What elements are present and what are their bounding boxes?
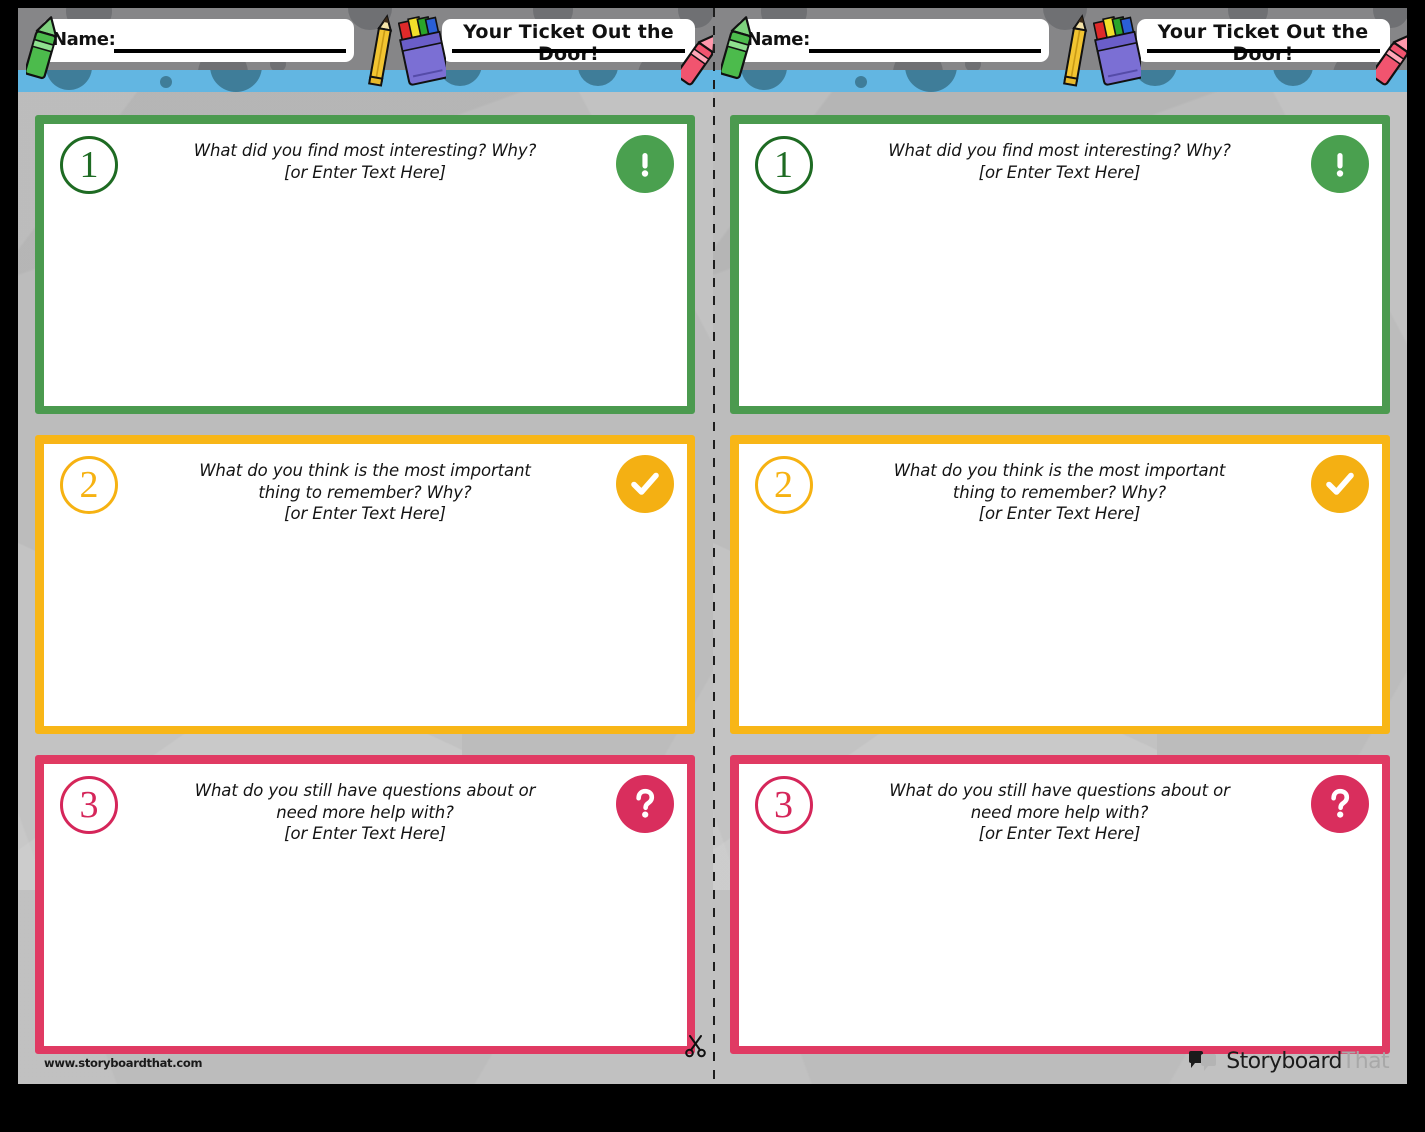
prompt-line-1: What do you still have questions about o… (889, 781, 1230, 800)
prompt-hint: [or Enter Text Here] (978, 824, 1141, 843)
question-card-1[interactable]: 1 What did you find most interesting? Wh… (35, 115, 695, 414)
pencil-icon (1062, 14, 1090, 93)
question-mark-icon (616, 775, 674, 833)
card-prompt-1: What did you find most interesting? Why?… (833, 140, 1287, 183)
green-crayon-icon (24, 14, 58, 89)
strip-dot (578, 70, 618, 86)
worksheet-title-box-left[interactable]: Your Ticket Out the Door! (442, 19, 695, 62)
question-mark-icon (1310, 775, 1369, 833)
exclamation-icon (1310, 135, 1369, 193)
question-card-2[interactable]: 2 What do you think is the most importan… (35, 435, 695, 734)
strip-dot (854, 76, 867, 88)
storyboardthat-logo[interactable]: StoryboardThat (1188, 1049, 1390, 1074)
title-underline (1146, 49, 1380, 53)
question-card-1[interactable]: 1 What did you find most interesting? Wh… (729, 115, 1390, 414)
prompt-hint: [or Enter Text Here] (978, 504, 1141, 523)
name-field-right[interactable]: Name: (736, 19, 1049, 62)
card-number-2: 2 (754, 456, 813, 514)
strip-dot (1272, 70, 1313, 86)
card-prompt-3: What do you still have questions about o… (138, 780, 592, 845)
checkmark-icon (616, 455, 674, 513)
answer-area-3[interactable] (742, 846, 1377, 1041)
header-blue-strip-left (18, 70, 713, 92)
worksheet-title-box-right[interactable]: Your Ticket Out the Door! (1136, 19, 1390, 62)
worksheet-page-left: Name: Your Ticket Out the Door! (18, 8, 713, 1084)
prompt-line-2: need more help with? (276, 802, 454, 822)
prompt-line-2: need more help with? (970, 802, 1149, 822)
page-body-right: 1 What did you find most interesting? Wh… (713, 92, 1408, 1084)
card-number-2: 2 (60, 456, 118, 514)
prompt-line-2: thing to remember? Why? (952, 482, 1167, 502)
name-input-rule[interactable] (808, 49, 1041, 53)
title-line-1: Your Ticket Out the (463, 21, 674, 43)
card-prompt-3: What do you still have questions about o… (833, 780, 1287, 845)
card-prompt-2: What do you think is the most important … (138, 460, 592, 525)
prompt-hint: [or Enter Text Here] (284, 504, 446, 523)
question-card-3[interactable]: 3 What do you still have questions about… (35, 755, 695, 1054)
prompt-text: What did you find most interesting? Why? (888, 141, 1231, 160)
footer-url-left[interactable]: www.storyboardthat.com (44, 1056, 202, 1070)
header-blue-strip-right (712, 70, 1407, 92)
answer-area-2[interactable] (48, 526, 682, 721)
green-crayon-icon (718, 14, 753, 89)
crayon-box-icon (397, 15, 450, 91)
checkmark-icon (1310, 455, 1369, 513)
page-body-left: 1 What did you find most interesting? Wh… (18, 92, 713, 1084)
prompt-line-1: What do you think is the most important (199, 461, 531, 480)
prompt-line-2: thing to remember? Why? (258, 482, 472, 502)
answer-area-3[interactable] (48, 846, 682, 1041)
strip-dot (210, 70, 262, 92)
worksheet-page-right: Name: Your Ticket Out the Door! (712, 8, 1408, 1084)
scissors-icon (684, 1032, 708, 1063)
name-field-left[interactable]: Name: (42, 19, 354, 62)
logo-primary: Storyboard (1226, 1049, 1342, 1074)
title-line-1: Your Ticket Out the (1157, 21, 1369, 43)
exclamation-icon (616, 135, 674, 193)
prompt-hint: [or Enter Text Here] (284, 162, 446, 182)
worksheet-sheet: Name: Your Ticket Out the Door! (18, 8, 1407, 1084)
worksheet-title: Your Ticket Out the Door! (442, 21, 695, 62)
card-prompt-2: What do you think is the most important … (833, 460, 1287, 525)
name-label: Name: (52, 29, 116, 50)
crayon-box-icon (1092, 15, 1144, 91)
logo-text: StoryboardThat (1226, 1049, 1389, 1074)
name-label: Name: (746, 29, 811, 50)
card-number-1: 1 (60, 136, 118, 194)
card-number-1: 1 (754, 136, 813, 194)
pink-crayon-icon (1370, 28, 1407, 95)
worksheet-title: Your Ticket Out the Door! (1137, 21, 1390, 62)
strip-dot (904, 70, 957, 92)
strip-dot (160, 76, 172, 88)
prompt-hint: [or Enter Text Here] (284, 824, 446, 843)
answer-area-1[interactable] (48, 206, 682, 401)
name-input-rule[interactable] (114, 49, 346, 53)
card-number-3: 3 (60, 776, 118, 834)
logo-secondary: That (1341, 1049, 1390, 1074)
prompt-text: What did you find most interesting? Why? (193, 141, 537, 160)
card-prompt-1: What did you find most interesting? Why?… (138, 140, 592, 183)
pencil-icon (367, 14, 395, 93)
pink-crayon-icon (675, 28, 713, 95)
title-underline (452, 49, 685, 53)
card-number-3: 3 (754, 776, 813, 834)
question-card-2[interactable]: 2 What do you think is the most importan… (729, 435, 1390, 734)
speech-bubbles-icon (1189, 1050, 1217, 1071)
prompt-line-1: What do you still have questions about o… (194, 781, 536, 800)
cut-line-divider (712, 8, 715, 1084)
prompt-hint: [or Enter Text Here] (978, 162, 1141, 182)
answer-area-2[interactable] (742, 526, 1377, 721)
question-card-3[interactable]: 3 What do you still have questions about… (729, 755, 1390, 1054)
answer-area-1[interactable] (742, 206, 1377, 401)
prompt-line-1: What do you think is the most important (893, 461, 1226, 480)
